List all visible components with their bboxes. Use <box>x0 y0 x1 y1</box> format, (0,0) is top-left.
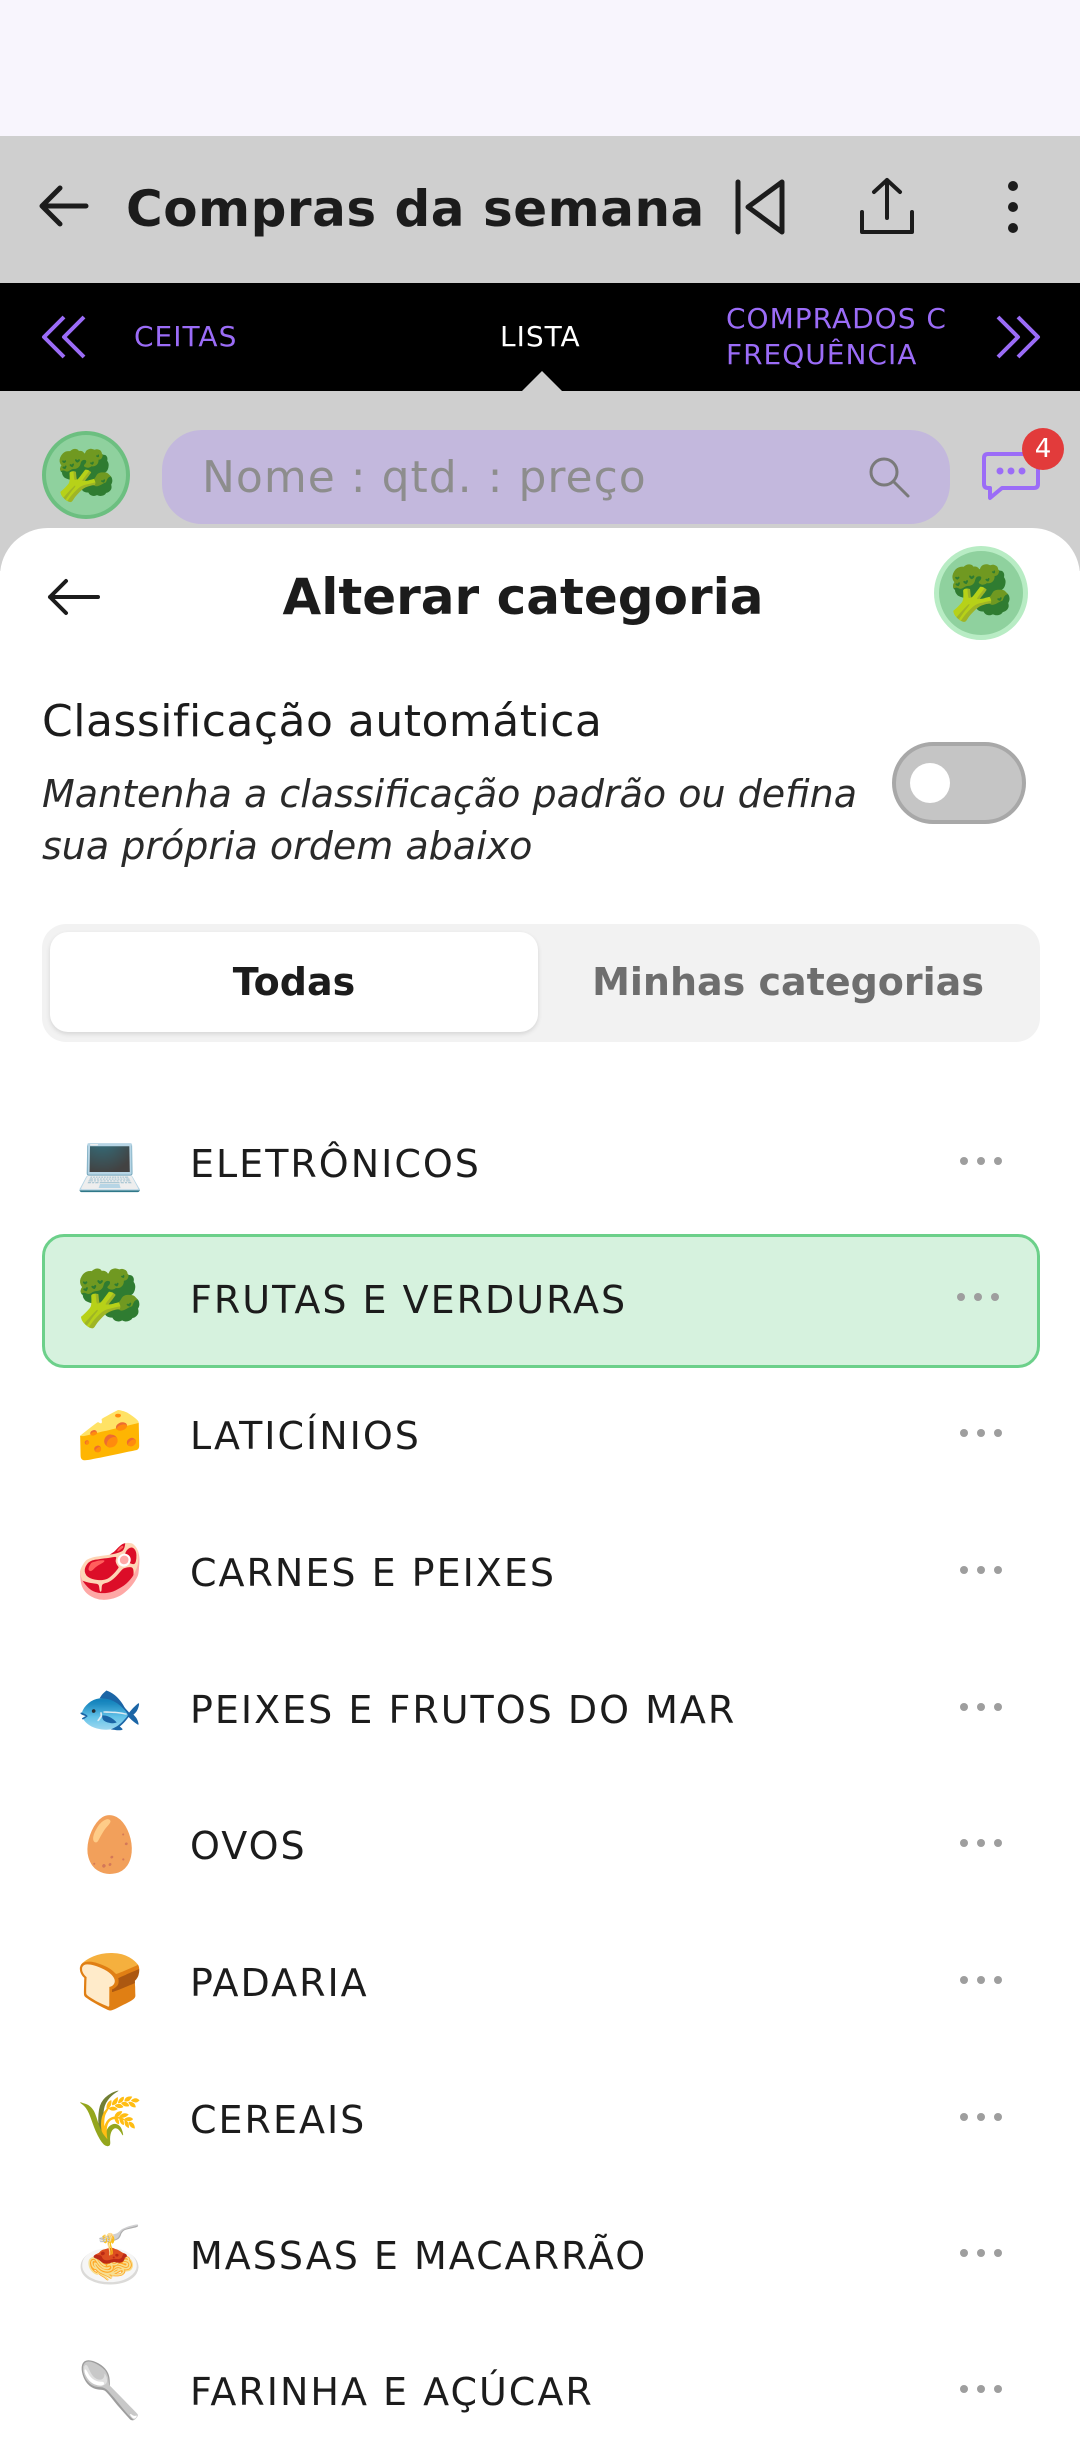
category-label: OVOS <box>190 1824 307 1868</box>
sheet-title: Alterar categoria <box>282 568 764 626</box>
category-label: FARINHA E AÇÚCAR <box>190 2370 594 2414</box>
more-options-icon[interactable] <box>960 2378 1020 2398</box>
auto-sort-description: Mantenha a classificação padrão ou defin… <box>42 772 858 868</box>
segment-all[interactable]: Todas <box>50 932 538 1032</box>
broccoli-icon: 🥦 <box>76 1267 144 1330</box>
more-options-icon[interactable] <box>960 1832 1020 1852</box>
category-row-carnes-e-peixes[interactable]: 🥩 CARNES E PEIXES <box>42 1507 1040 1641</box>
category-row-farinha-e-acucar[interactable]: 🥄 FARINHA E AÇÚCAR <box>42 2326 1040 2460</box>
more-options-icon[interactable] <box>957 1286 1017 1306</box>
more-options-icon[interactable] <box>960 1422 1020 1442</box>
more-options-icon[interactable] <box>960 2106 1020 2126</box>
double-chevron-right-icon[interactable] <box>988 307 1048 367</box>
category-label: PADARIA <box>190 1961 369 2005</box>
back-arrow-icon[interactable] <box>34 176 94 236</box>
category-row-peixes-e-frutos-do-mar[interactable]: 🐟 PEIXES E FRUTOS DO MAR <box>42 1644 1040 1778</box>
broccoli-icon: 🥦 <box>948 563 1014 624</box>
search-icon <box>869 457 910 498</box>
category-row-eletronicos[interactable]: 💻 ELETRÔNICOS <box>42 1098 1040 1232</box>
more-vert-icon[interactable] <box>978 172 1048 242</box>
category-label: ELETRÔNICOS <box>190 1142 481 1186</box>
more-options-icon[interactable] <box>960 1150 1020 1170</box>
category-row-frutas-e-verduras[interactable]: 🥦 FRUTAS E VERDURAS <box>42 1234 1040 1368</box>
status-bar <box>0 0 1080 136</box>
bread-icon: 🍞 <box>76 1950 144 2013</box>
tab-list[interactable]: LISTA <box>500 320 581 353</box>
skip-back-icon[interactable] <box>726 172 796 242</box>
category-row-ovos[interactable]: 🥚 OVOS <box>42 1780 1040 1914</box>
meat-icon: 🥩 <box>76 1540 144 1603</box>
category-row-cereais[interactable]: 🌾 CEREAIS <box>42 2054 1040 2188</box>
grain-icon: 🌾 <box>76 2087 144 2150</box>
category-label: MASSAS E MACARRÃO <box>190 2234 648 2278</box>
more-options-icon[interactable] <box>960 1696 1020 1716</box>
category-label: PEIXES E FRUTOS DO MAR <box>190 1688 737 1732</box>
broccoli-icon: 🥦 <box>56 447 116 504</box>
fish-icon: 🐟 <box>76 1677 144 1740</box>
more-options-icon[interactable] <box>960 1969 1020 1989</box>
chat-badge: 4 <box>1022 428 1064 470</box>
search-input[interactable]: Nome : qtd. : preço <box>162 430 950 524</box>
auto-sort-title: Classificação automática <box>42 696 603 747</box>
change-category-sheet: Alterar categoria 🥦 Classificação automá… <box>0 528 1080 2422</box>
more-options-icon[interactable] <box>960 1559 1020 1579</box>
tab-recipes[interactable]: CEITAS <box>134 320 237 353</box>
category-row-massas-e-macarrao[interactable]: 🍝 MASSAS E MACARRÃO <box>42 2190 1040 2324</box>
double-chevron-left-icon[interactable] <box>34 307 94 367</box>
tab-frequently-bought[interactable]: COMPRADOS C FREQUÊNCIA <box>726 301 958 373</box>
category-label: FRUTAS E VERDURAS <box>190 1278 628 1322</box>
page-title: Compras da semana <box>126 180 705 238</box>
toggle-knob <box>910 763 950 803</box>
share-icon[interactable] <box>852 172 922 242</box>
auto-sort-toggle[interactable] <box>892 742 1026 824</box>
category-label: LATICÍNIOS <box>190 1414 421 1458</box>
tab-frequently-bought-line1: COMPRADOS C <box>726 302 947 335</box>
search-placeholder: Nome : qtd. : preço <box>202 452 647 503</box>
pasta-icon: 🍝 <box>76 2223 144 2286</box>
active-tab-indicator <box>522 371 562 391</box>
spoon-icon: 🥄 <box>76 2359 144 2422</box>
category-label: CARNES E PEIXES <box>190 1551 556 1595</box>
laptop-icon: 💻 <box>76 1131 144 1194</box>
cheese-icon: 🧀 <box>76 1403 144 1466</box>
category-label: CEREAIS <box>190 2098 367 2142</box>
category-avatar[interactable]: 🥦 <box>42 431 130 519</box>
category-row-laticinios[interactable]: 🧀 LATICÍNIOS <box>42 1370 1040 1504</box>
selected-category-avatar: 🥦 <box>934 546 1028 640</box>
app-bar: Compras da semana <box>0 136 1080 283</box>
more-options-icon[interactable] <box>960 2242 1020 2262</box>
egg-icon: 🥚 <box>76 1813 144 1876</box>
category-row-padaria[interactable]: 🍞 PADARIA <box>42 1917 1040 2051</box>
tab-frequently-bought-line2: FREQUÊNCIA <box>726 338 918 371</box>
segment-my-categories[interactable]: Minhas categorias <box>544 932 1032 1032</box>
category-filter-segmented: Todas Minhas categorias <box>42 924 1040 1042</box>
